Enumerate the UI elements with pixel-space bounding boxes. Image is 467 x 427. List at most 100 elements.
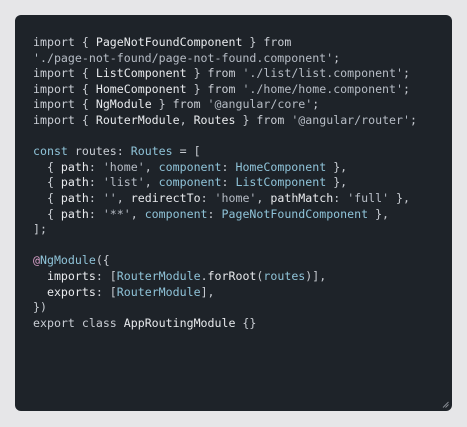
code-token: RouterModule (116, 284, 201, 299)
code-token: redirectTo (130, 190, 201, 205)
code-token: { (81, 35, 96, 49)
code-line: ​ (33, 129, 452, 145)
code-token: import (33, 97, 82, 112)
code-token: '**' (102, 206, 131, 221)
code-token: exports (46, 284, 96, 299)
code-token: : (116, 144, 131, 159)
code-token: : (88, 159, 103, 174)
code-token: { (81, 66, 96, 81)
code-line: ​ (33, 238, 452, 254)
code-token: @ (33, 253, 40, 268)
code-token: } (186, 66, 208, 81)
code-token: NgModule (95, 97, 152, 112)
code-token: '' (102, 190, 117, 205)
code-line: import { HomeComponent } from './home/ho… (33, 82, 452, 98)
code-token: }) (33, 300, 47, 315)
code-line: import { NgModule } from '@angular/core'… (33, 97, 452, 113)
code-token: RouterModule (95, 112, 180, 127)
code-token: { (81, 112, 96, 127)
code-token: './list/list.component' (242, 66, 403, 81)
code-token: class (81, 315, 124, 330)
code-token: PageNotFoundComponent (95, 35, 243, 49)
code-token: component (158, 159, 222, 174)
code-token: { (33, 206, 61, 221)
code-token: ListComponent (95, 66, 187, 81)
code-token: ; (403, 66, 410, 81)
code-token: }, (326, 175, 348, 190)
code-token: : (207, 206, 222, 221)
code-token: ; (333, 50, 341, 65)
code-line: const routes: Routes = [ (33, 144, 452, 160)
code-line: './page-not-found/page-not-found.compone… (33, 51, 452, 67)
code-token: export (33, 315, 82, 330)
code-token: { (33, 175, 61, 190)
code-token: RouterModule (116, 268, 201, 283)
code-token: import (33, 35, 82, 49)
code-snippet-card: import { PageNotFoundComponent } from './… (15, 15, 452, 411)
code-token: : (88, 190, 103, 205)
code-token: : (88, 175, 103, 190)
code-line: }) (33, 300, 452, 316)
code-token: , (256, 190, 271, 205)
code-token: } (186, 81, 208, 96)
code-token: . (200, 268, 208, 283)
code-token: ListComponent (235, 175, 327, 190)
code-line: import { RouterModule, Routes } from '@a… (33, 113, 452, 129)
code-line: import { ListComponent } from './list/li… (33, 66, 452, 82)
code-token: ]; (33, 222, 47, 237)
code-token: HomeComponent (235, 159, 327, 174)
code-line: import { PageNotFoundComponent } from (33, 35, 452, 51)
code-line: ]; (33, 222, 452, 238)
code-token: : (333, 190, 348, 205)
code-token: 'full' (347, 190, 390, 205)
code-token: routes (263, 268, 306, 283)
code-token: path (60, 190, 89, 205)
code-token: component (158, 175, 222, 190)
code-token: : (221, 159, 236, 174)
code-token: from (263, 35, 292, 49)
code-token: { (81, 97, 96, 112)
code-token: }, (326, 159, 348, 174)
code-line: exports: [RouterModule], (33, 285, 452, 301)
code-token: from (207, 81, 243, 96)
code-token: AppRoutingModule (123, 315, 236, 330)
resize-grip-icon[interactable] (442, 401, 449, 408)
code-line: { path: 'home', component: HomeComponent… (33, 160, 452, 176)
code-token: } (235, 112, 257, 127)
code-token: Routes (193, 112, 236, 127)
code-line: { path: '', redirectTo: 'home', pathMatc… (33, 191, 452, 207)
code-token: 'home' (214, 190, 257, 205)
code-block: import { PageNotFoundComponent } from './… (33, 35, 452, 331)
code-token: HomeComponent (95, 81, 187, 96)
code-token: imports (46, 268, 96, 283)
code-line: { path: 'list', component: ListComponent… (33, 175, 452, 191)
code-token: import (33, 66, 82, 81)
code-token: routes (74, 144, 117, 159)
code-token: , (144, 175, 159, 190)
code-token: : [ (95, 284, 117, 299)
code-token: path (60, 159, 89, 174)
code-token: '@angular/core' (207, 97, 313, 112)
code-token: forRoot (207, 268, 257, 283)
code-token: ({ (95, 253, 110, 268)
code-token: ; (312, 97, 320, 112)
code-token: ; (410, 112, 417, 127)
code-token: = [ (172, 144, 201, 159)
code-token: ; (403, 81, 410, 96)
code-token: 'list' (102, 175, 145, 190)
code-token: NgModule (39, 253, 96, 268)
code-line: { path: '**', component: PageNotFoundCom… (33, 207, 452, 223)
code-token: { (81, 81, 96, 96)
code-token: , (116, 190, 131, 205)
code-token: : (221, 175, 236, 190)
code-token: './page-not-found/page-not-found.compone… (33, 50, 334, 65)
code-token: }, (368, 206, 390, 221)
code-line: @NgModule({ (33, 253, 452, 269)
code-token: path (60, 206, 89, 221)
code-token: Routes (130, 144, 173, 159)
code-token: )], (305, 268, 327, 283)
code-token: component (144, 206, 208, 221)
code-token: import (33, 112, 82, 127)
